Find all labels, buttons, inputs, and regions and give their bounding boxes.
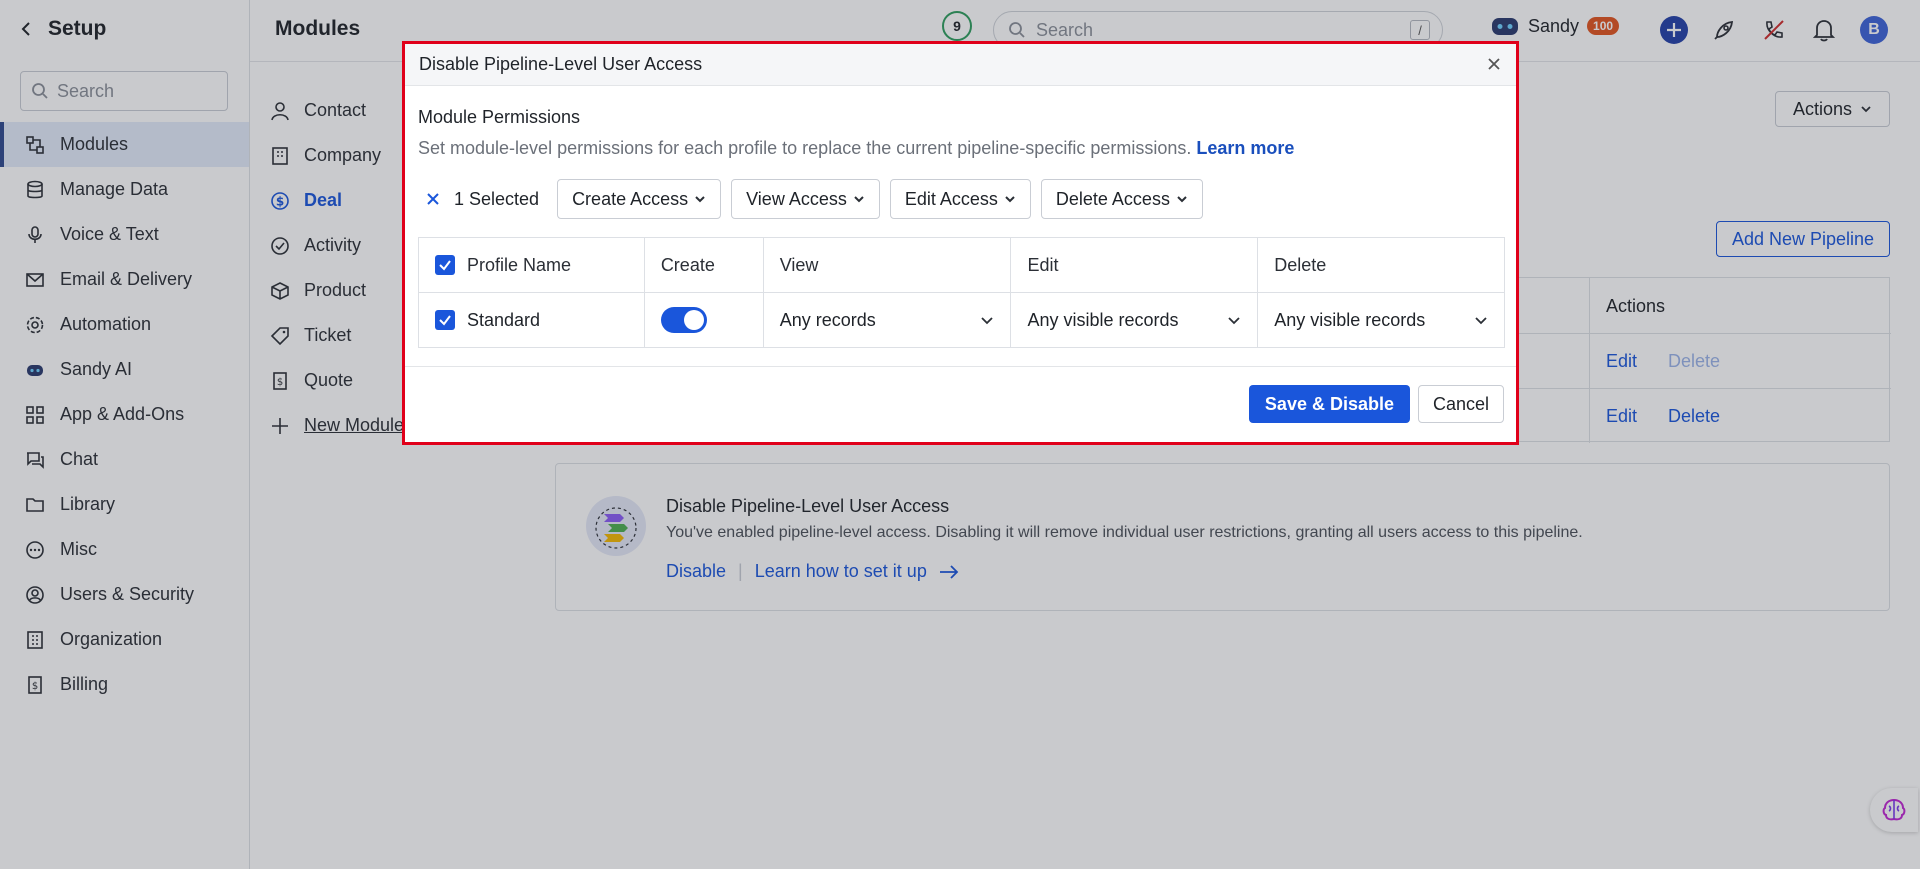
- edit-access-dropdown[interactable]: Edit Access: [889, 179, 1031, 219]
- clear-selection-icon[interactable]: [426, 192, 440, 206]
- cell-create: [644, 292, 764, 348]
- select-all-checkbox[interactable]: [435, 255, 455, 275]
- dropdown-label: View Access: [746, 188, 847, 209]
- section-desc-text: Set module-level permissions for each pr…: [418, 138, 1192, 158]
- edit-select[interactable]: Any visible records: [1027, 310, 1257, 331]
- edit-select-value: Any visible records: [1027, 309, 1179, 330]
- profile-name: Standard: [467, 309, 541, 330]
- selected-count-label: 1 Selected: [454, 188, 540, 209]
- chevron-down-icon: [1004, 193, 1016, 205]
- chevron-down-icon: [980, 313, 994, 327]
- dropdown-label: Create Access: [572, 188, 689, 209]
- header-create: Create: [644, 237, 764, 293]
- view-select[interactable]: Any records: [780, 310, 1011, 331]
- save-disable-button[interactable]: Save & Disable: [1248, 385, 1410, 423]
- chevron-down-icon: [694, 193, 706, 205]
- learn-more-link[interactable]: Learn more: [1196, 138, 1294, 158]
- cancel-button[interactable]: Cancel: [1417, 385, 1504, 423]
- create-toggle[interactable]: [660, 307, 707, 333]
- section-description: Set module-level permissions for each pr…: [418, 138, 1294, 159]
- header-view: View: [763, 237, 1012, 293]
- delete-select[interactable]: Any visible records: [1274, 310, 1504, 331]
- cell-view: Any records: [763, 292, 1012, 348]
- cell-profile: Standard: [418, 292, 645, 348]
- header-delete: Delete: [1257, 237, 1505, 293]
- view-select-value: Any records: [779, 309, 876, 330]
- dropdown-label: Edit Access: [904, 188, 998, 209]
- modal-title: Disable Pipeline-Level User Access: [419, 54, 703, 74]
- modal-footer: Save & Disable Cancel: [405, 366, 1516, 442]
- cell-edit: Any visible records: [1010, 292, 1259, 348]
- modal-header: Disable Pipeline-Level User Access: [405, 44, 1516, 86]
- section-title: Module Permissions: [418, 107, 581, 127]
- permissions-table: Profile Name Create View Edit Delete Sta…: [418, 237, 1505, 348]
- bulk-actions-bar: 1 Selected Create Access View Access Edi…: [418, 179, 1203, 219]
- table-row: Standard Any records Any visible records: [418, 292, 1505, 348]
- close-icon[interactable]: [1484, 54, 1504, 74]
- delete-access-dropdown[interactable]: Delete Access: [1040, 179, 1203, 219]
- delete-select-value: Any visible records: [1274, 309, 1426, 330]
- chevron-down-icon: [1176, 193, 1188, 205]
- header-edit: Edit: [1010, 237, 1259, 293]
- row-checkbox[interactable]: [435, 310, 455, 330]
- header-label: Profile Name: [467, 254, 572, 275]
- chevron-down-icon: [1474, 313, 1488, 327]
- header-profile-name: Profile Name: [418, 237, 645, 293]
- selection-count: 1 Selected: [418, 189, 547, 210]
- chevron-down-icon: [1227, 313, 1241, 327]
- table-header-row: Profile Name Create View Edit Delete: [418, 237, 1505, 293]
- chevron-down-icon: [853, 193, 865, 205]
- cell-delete: Any visible records: [1258, 293, 1505, 348]
- create-access-dropdown[interactable]: Create Access: [557, 179, 722, 219]
- disable-access-modal: Disable Pipeline-Level User Access Modul…: [402, 41, 1519, 445]
- dropdown-label: Delete Access: [1055, 188, 1170, 209]
- view-access-dropdown[interactable]: View Access: [731, 179, 880, 219]
